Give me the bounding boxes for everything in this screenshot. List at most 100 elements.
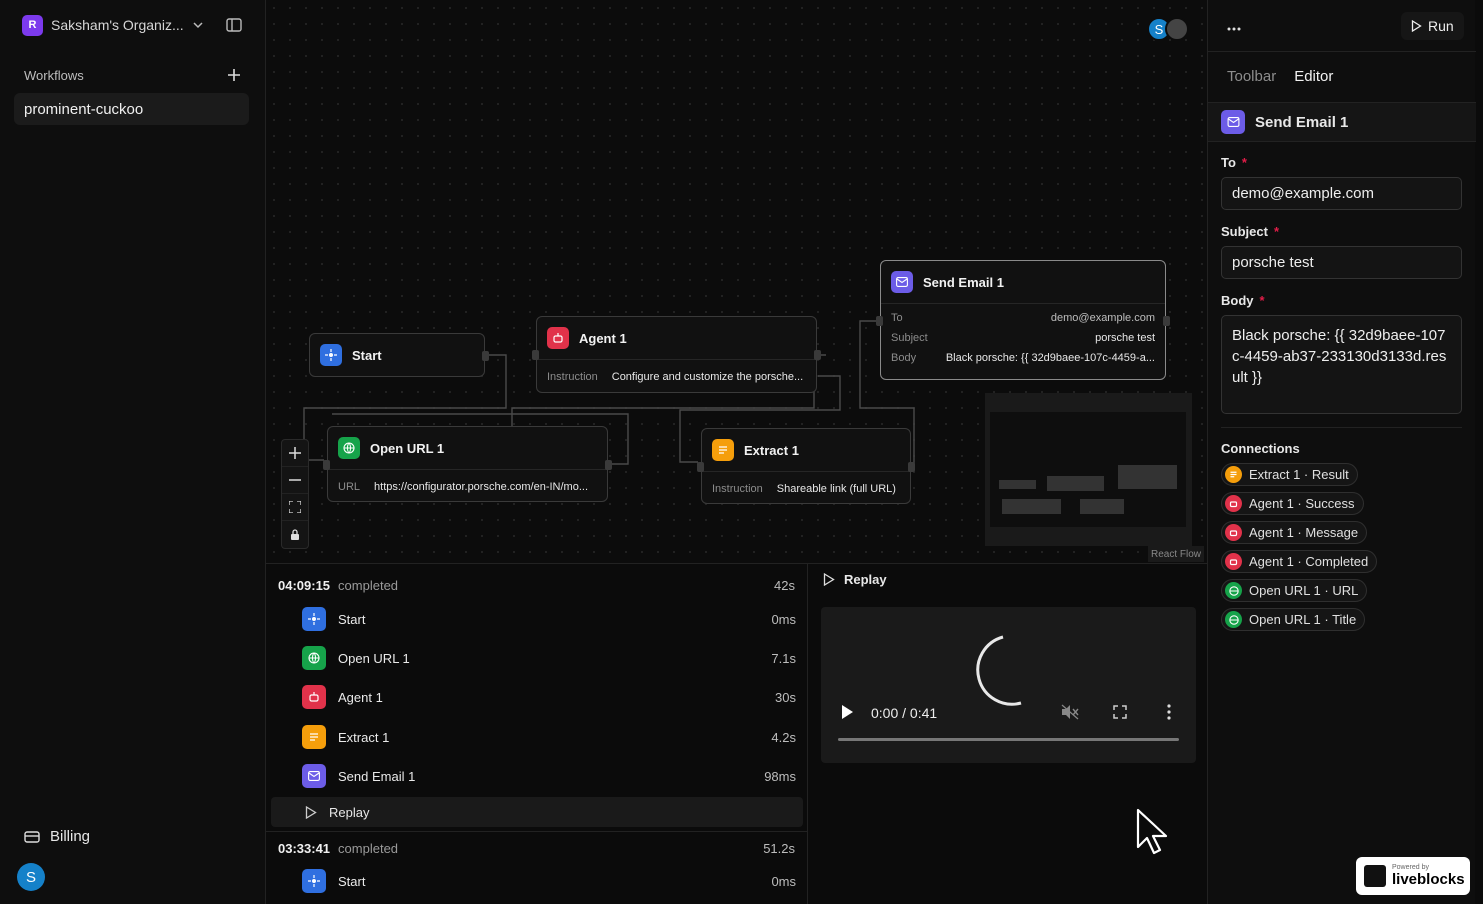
to-label: To *	[1221, 155, 1247, 170]
divider	[1208, 51, 1476, 52]
start-icon	[302, 607, 326, 631]
minimap-node	[999, 480, 1036, 489]
step-name: Send Email 1	[338, 768, 416, 784]
minimap-node	[1118, 465, 1177, 489]
run-button[interactable]: Run	[1401, 12, 1464, 40]
more-horizontal-icon[interactable]	[1227, 19, 1241, 34]
fit-view-icon[interactable]	[282, 494, 308, 521]
node-handle[interactable]	[814, 350, 821, 360]
connection-chip[interactable]: Extract 1 · Result	[1221, 463, 1358, 486]
run-step[interactable]: Open URL 1 7.1s	[302, 643, 796, 673]
play-outline-icon	[823, 573, 835, 586]
connection-label: Open URL 1 · Title	[1249, 612, 1357, 627]
connection-chip[interactable]: Open URL 1 · Title	[1221, 608, 1366, 631]
node-handle[interactable]	[532, 350, 539, 360]
replay-row[interactable]: Replay	[271, 797, 803, 827]
run-step[interactable]: Send Email 1 98ms	[302, 761, 796, 791]
node-handle[interactable]	[876, 316, 883, 326]
open-url-node[interactable]: Open URL 1 URL https://configurator.pors…	[323, 426, 612, 502]
mute-icon[interactable]	[1061, 704, 1079, 720]
extract-node-title: Extract 1	[744, 442, 799, 458]
connection-label: Extract 1 · Result	[1249, 467, 1349, 482]
node-handle[interactable]	[697, 462, 704, 472]
body-label: Body *	[1221, 293, 1265, 308]
extract-instruction-key: Instruction	[712, 483, 763, 495]
node-handle[interactable]	[908, 462, 915, 472]
sidebar-toggle-icon[interactable]	[225, 16, 243, 34]
workflows-heading: Workflows	[24, 68, 84, 83]
subject-label: Subject *	[1221, 224, 1280, 239]
start-node-title: Start	[352, 347, 382, 363]
run-step[interactable]: Start 0ms	[302, 866, 796, 896]
mail-icon	[1221, 110, 1245, 134]
connection-chip[interactable]: Agent 1 · Message	[1221, 521, 1368, 544]
mail-icon	[302, 764, 326, 788]
video-player[interactable]: 0:00 / 0:41	[821, 607, 1196, 763]
org-logo: R	[22, 14, 43, 36]
minimap[interactable]	[985, 393, 1192, 546]
avatar[interactable]: S	[17, 863, 45, 891]
run-header[interactable]: 03:33:41 completed	[278, 841, 398, 856]
editor-panel: Toolbar Editor Send Email 1 To * demo@exa…	[1207, 0, 1476, 904]
node-handle[interactable]	[482, 351, 489, 361]
send-email-node[interactable]: Send Email 1 To demo@example.com Subject…	[876, 260, 1170, 380]
mail-icon	[891, 271, 913, 293]
more-vertical-icon[interactable]	[1166, 704, 1172, 720]
tab-toolbar[interactable]: Toolbar	[1227, 68, 1276, 85]
add-workflow-icon[interactable]	[226, 67, 242, 83]
connection-chip[interactable]: Agent 1 · Success	[1221, 492, 1364, 515]
body-textarea[interactable]: Black porsche: {{ 32d9baee-107c-4459-ab3…	[1221, 315, 1462, 414]
agent-node-title: Agent 1	[579, 330, 627, 346]
liveblocks-badge[interactable]: Powered by liveblocks	[1356, 857, 1470, 895]
subject-field[interactable]: porsche test	[1221, 246, 1462, 279]
start-icon	[302, 869, 326, 893]
connection-label: Open URL 1 · URL	[1249, 583, 1359, 598]
run-step[interactable]: Extract 1 4.2s	[302, 722, 796, 752]
step-duration: 30s	[775, 689, 796, 705]
start-node[interactable]: Start	[309, 333, 489, 377]
lock-icon[interactable]	[282, 521, 308, 548]
org-switcher[interactable]: R Saksham's Organiz...	[22, 14, 204, 36]
step-duration: 7.1s	[771, 650, 796, 666]
run-step[interactable]: Start 0ms	[302, 604, 796, 634]
run-header[interactable]: 04:09:15 completed	[278, 578, 398, 593]
tab-editor[interactable]: Editor	[1294, 68, 1333, 85]
zoom-out-icon[interactable]	[282, 467, 308, 494]
instruction-key: Instruction	[547, 371, 598, 383]
play-icon[interactable]	[841, 705, 853, 719]
extract-node[interactable]: Extract 1 Instruction Shareable link (fu…	[697, 428, 915, 504]
minimap-node	[1080, 499, 1124, 514]
connection-chip[interactable]: Agent 1 · Completed	[1221, 550, 1378, 573]
runs-panel: 04:09:15 completed 42s Start 0ms Open UR…	[266, 563, 807, 904]
robot-icon	[302, 685, 326, 709]
node-handle[interactable]	[1163, 316, 1170, 326]
connection-chip[interactable]: Open URL 1 · URL	[1221, 579, 1368, 602]
video-progress-bar[interactable]	[838, 738, 1179, 741]
billing-label: Billing	[50, 828, 91, 845]
agent-node[interactable]: Agent 1 Instruction Configure and custom…	[532, 316, 821, 393]
divider	[1221, 427, 1462, 428]
presence-avatars: S	[1147, 17, 1189, 41]
minimap-node	[1002, 499, 1061, 514]
video-time: 0:00 / 0:41	[871, 705, 938, 721]
fullscreen-icon[interactable]	[1113, 705, 1127, 719]
subject-label-text: Subject	[1221, 224, 1268, 239]
step-name: Start	[338, 873, 366, 889]
step-name: Open URL 1	[338, 650, 410, 666]
react-flow-attribution[interactable]: React Flow	[1148, 546, 1205, 562]
zoom-in-icon[interactable]	[282, 440, 308, 467]
step-name: Extract 1	[338, 729, 390, 745]
instruction-value: Configure and customize the porsche...	[611, 371, 804, 383]
node-handle[interactable]	[605, 460, 612, 470]
robot-icon	[1225, 495, 1242, 512]
extract-instruction-value: Shareable link (full URL)	[776, 483, 896, 495]
workflow-item[interactable]: prominent-cuckoo	[14, 93, 249, 125]
node-handle[interactable]	[323, 460, 330, 470]
divider	[266, 831, 807, 832]
to-label-text: To	[1221, 155, 1236, 170]
run-step[interactable]: Agent 1 30s	[302, 682, 796, 712]
to-field[interactable]: demo@example.com	[1221, 177, 1462, 210]
url-value: https://configurator.porsche.com/en-IN/m…	[374, 481, 588, 493]
body-label-text: Body	[1221, 293, 1254, 308]
billing-link[interactable]: Billing	[24, 828, 90, 845]
